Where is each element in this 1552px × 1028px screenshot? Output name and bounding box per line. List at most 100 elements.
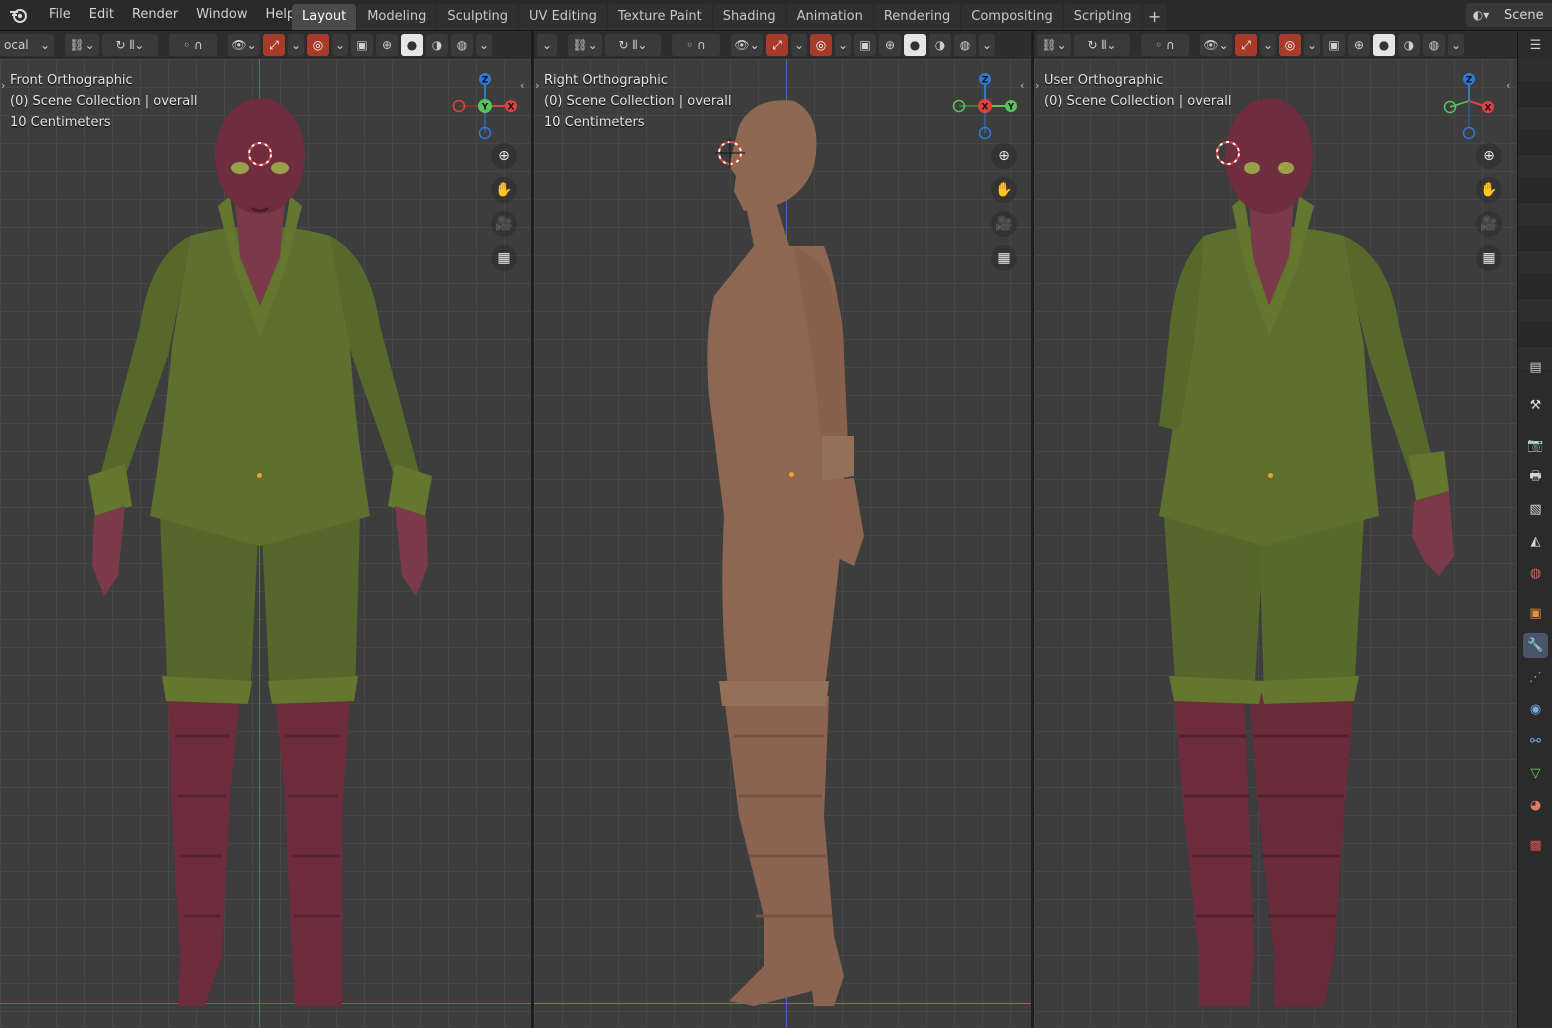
overlay-toggle-icon[interactable]: ◎: [1279, 34, 1301, 56]
outliner-row[interactable]: [1518, 131, 1552, 155]
3d-cursor-icon[interactable]: [715, 138, 745, 168]
character-model-side[interactable]: [694, 96, 894, 1011]
tab-uv-editing[interactable]: UV Editing: [519, 4, 607, 30]
navigation-gizmo[interactable]: Z Y X: [447, 71, 527, 141]
view-layer-icon[interactable]: ▧: [1523, 497, 1548, 522]
particles-icon[interactable]: ⋰: [1523, 665, 1548, 690]
grid-icon[interactable]: ▦: [491, 245, 517, 271]
menu-edit[interactable]: Edit: [80, 0, 123, 30]
shading-wireframe-icon[interactable]: ⊕: [1348, 34, 1370, 56]
blender-logo-icon[interactable]: [9, 6, 29, 24]
overlay-dropdown-icon[interactable]: ⌄: [835, 34, 851, 56]
camera-icon[interactable]: 🎥: [991, 211, 1017, 237]
chevron-left-icon[interactable]: ‹: [1506, 79, 1517, 93]
data-icon[interactable]: ▽: [1523, 761, 1548, 786]
grid-icon[interactable]: ▦: [991, 245, 1017, 271]
shading-solid-icon[interactable]: ●: [904, 34, 926, 56]
tab-rendering[interactable]: Rendering: [873, 4, 961, 30]
tab-sculpting[interactable]: Sculpting: [437, 4, 519, 30]
physics-icon[interactable]: ◉: [1523, 697, 1548, 722]
overlay-dropdown-icon[interactable]: ⌄: [332, 34, 348, 56]
viewport-right[interactable]: ⌄ ⛓⌄ ↻ ⫴⌄ ◦ ∩ 👁⌄ ⤢ ⌄ ◎ ⌄ ▣ ⊕ ● ◑ ◍ ⌄ Rig…: [534, 31, 1031, 1028]
world-icon[interactable]: ◍: [1523, 561, 1548, 586]
tab-layout[interactable]: Layout: [292, 4, 357, 30]
viewport-front[interactable]: ocal ⌄ ⛓⌄ ↻ ⫴⌄ ◦ ∩ 👁⌄ ⤢ ⌄ ◎ ⌄ ▣ ⊕ ● ◑ ◍ ⌄…: [0, 31, 531, 1028]
shading-wireframe-icon[interactable]: ⊕: [376, 34, 398, 56]
pan-hand-icon[interactable]: ✋: [991, 177, 1017, 203]
character-model-front[interactable]: [80, 96, 440, 1011]
zoom-icon[interactable]: ⊕: [491, 143, 517, 169]
chevron-left-icon[interactable]: ‹: [520, 79, 531, 93]
outliner-row[interactable]: [1518, 155, 1552, 179]
properties-editor-icon[interactable]: ▤: [1523, 355, 1548, 380]
visibility-icon[interactable]: 👁⌄: [1200, 34, 1232, 56]
scene-icon[interactable]: ◭: [1523, 529, 1548, 554]
shading-dropdown-icon[interactable]: ⌄: [979, 34, 995, 56]
overlay-toggle-icon[interactable]: ◎: [810, 34, 832, 56]
outliner-row[interactable]: [1518, 203, 1552, 227]
xray-toggle-icon[interactable]: ▣: [854, 34, 876, 56]
chevron-down-icon[interactable]: ⌄: [537, 34, 557, 56]
shading-material-icon[interactable]: ◑: [426, 34, 448, 56]
shading-rendered-icon[interactable]: ◍: [451, 34, 473, 56]
constraints-icon[interactable]: ⚯: [1523, 729, 1548, 754]
gizmo-toggle-icon[interactable]: ⤢: [766, 34, 788, 56]
proportional-edit-icon[interactable]: ↻ ⫴⌄: [102, 34, 158, 56]
tab-texture-paint[interactable]: Texture Paint: [607, 4, 712, 30]
texture-icon[interactable]: ▩: [1523, 833, 1548, 858]
shading-wireframe-icon[interactable]: ⊕: [879, 34, 901, 56]
shading-dropdown-icon[interactable]: ⌄: [1448, 34, 1464, 56]
overlay-dropdown-icon[interactable]: ⌄: [1304, 34, 1320, 56]
material-icon[interactable]: ◕: [1523, 793, 1548, 818]
tool-icon[interactable]: ⚒: [1523, 393, 1548, 418]
xray-toggle-icon[interactable]: ▣: [351, 34, 373, 56]
navigation-gizmo[interactable]: Z X: [1434, 71, 1514, 141]
visibility-icon[interactable]: 👁⌄: [731, 34, 763, 56]
scene-selector[interactable]: ◐▾ Scene: [1466, 3, 1552, 27]
navigation-gizmo[interactable]: Z X Y: [947, 71, 1027, 141]
snap-link-icon[interactable]: ⛓⌄: [65, 34, 99, 56]
outliner-row[interactable]: [1518, 83, 1552, 107]
add-workspace-button[interactable]: +: [1142, 4, 1167, 30]
chevron-left-icon[interactable]: ‹: [1020, 79, 1031, 93]
visibility-icon[interactable]: 👁⌄: [228, 34, 260, 56]
modifier-icon[interactable]: 🔧: [1523, 633, 1548, 658]
viewport-user[interactable]: ⛓⌄ ↻ ⫴⌄ ◦ ∩ 👁⌄ ⤢ ⌄ ◎ ⌄ ▣ ⊕ ● ◑ ◍ ⌄ User …: [1034, 31, 1517, 1028]
zoom-icon[interactable]: ⊕: [1476, 143, 1502, 169]
shading-material-icon[interactable]: ◑: [929, 34, 951, 56]
shading-material-icon[interactable]: ◑: [1398, 34, 1420, 56]
gizmo-toggle-icon[interactable]: ⤢: [1235, 34, 1257, 56]
menu-file[interactable]: File: [40, 0, 80, 30]
outliner-editor-icon[interactable]: ☰: [1523, 33, 1548, 58]
outliner-row[interactable]: [1518, 251, 1552, 275]
camera-icon[interactable]: 🎥: [1476, 211, 1502, 237]
shading-rendered-icon[interactable]: ◍: [1423, 34, 1445, 56]
chevron-right-icon[interactable]: ›: [535, 79, 547, 93]
falloff-icon[interactable]: ◦ ∩: [672, 34, 720, 56]
snap-link-icon[interactable]: ⛓⌄: [568, 34, 602, 56]
outliner-row[interactable]: [1518, 179, 1552, 203]
outliner-row[interactable]: [1518, 107, 1552, 131]
render-icon[interactable]: 📷: [1523, 433, 1548, 458]
zoom-icon[interactable]: ⊕: [991, 143, 1017, 169]
menu-window[interactable]: Window: [187, 0, 256, 30]
chevron-right-icon[interactable]: ›: [1, 79, 13, 93]
tab-modeling[interactable]: Modeling: [357, 4, 437, 30]
shading-dropdown-icon[interactable]: ⌄: [476, 34, 492, 56]
falloff-icon[interactable]: ◦ ∩: [169, 34, 217, 56]
character-model-user[interactable]: [1154, 96, 1454, 1011]
proportional-edit-icon[interactable]: ↻ ⫴⌄: [605, 34, 661, 56]
3d-cursor-icon[interactable]: [246, 140, 274, 168]
gizmo-dropdown-icon[interactable]: ⌄: [288, 34, 304, 56]
xray-toggle-icon[interactable]: ▣: [1323, 34, 1345, 56]
outliner-row[interactable]: [1518, 323, 1552, 347]
gizmo-dropdown-icon[interactable]: ⌄: [1260, 34, 1276, 56]
tab-animation[interactable]: Animation: [786, 4, 873, 30]
object-icon[interactable]: ▣: [1523, 601, 1548, 626]
overlay-toggle-icon[interactable]: ◎: [307, 34, 329, 56]
tab-scripting[interactable]: Scripting: [1063, 4, 1142, 30]
outliner-row[interactable]: [1518, 59, 1552, 83]
pan-hand-icon[interactable]: ✋: [1476, 177, 1502, 203]
pan-hand-icon[interactable]: ✋: [491, 177, 517, 203]
outliner-row[interactable]: [1518, 275, 1552, 299]
